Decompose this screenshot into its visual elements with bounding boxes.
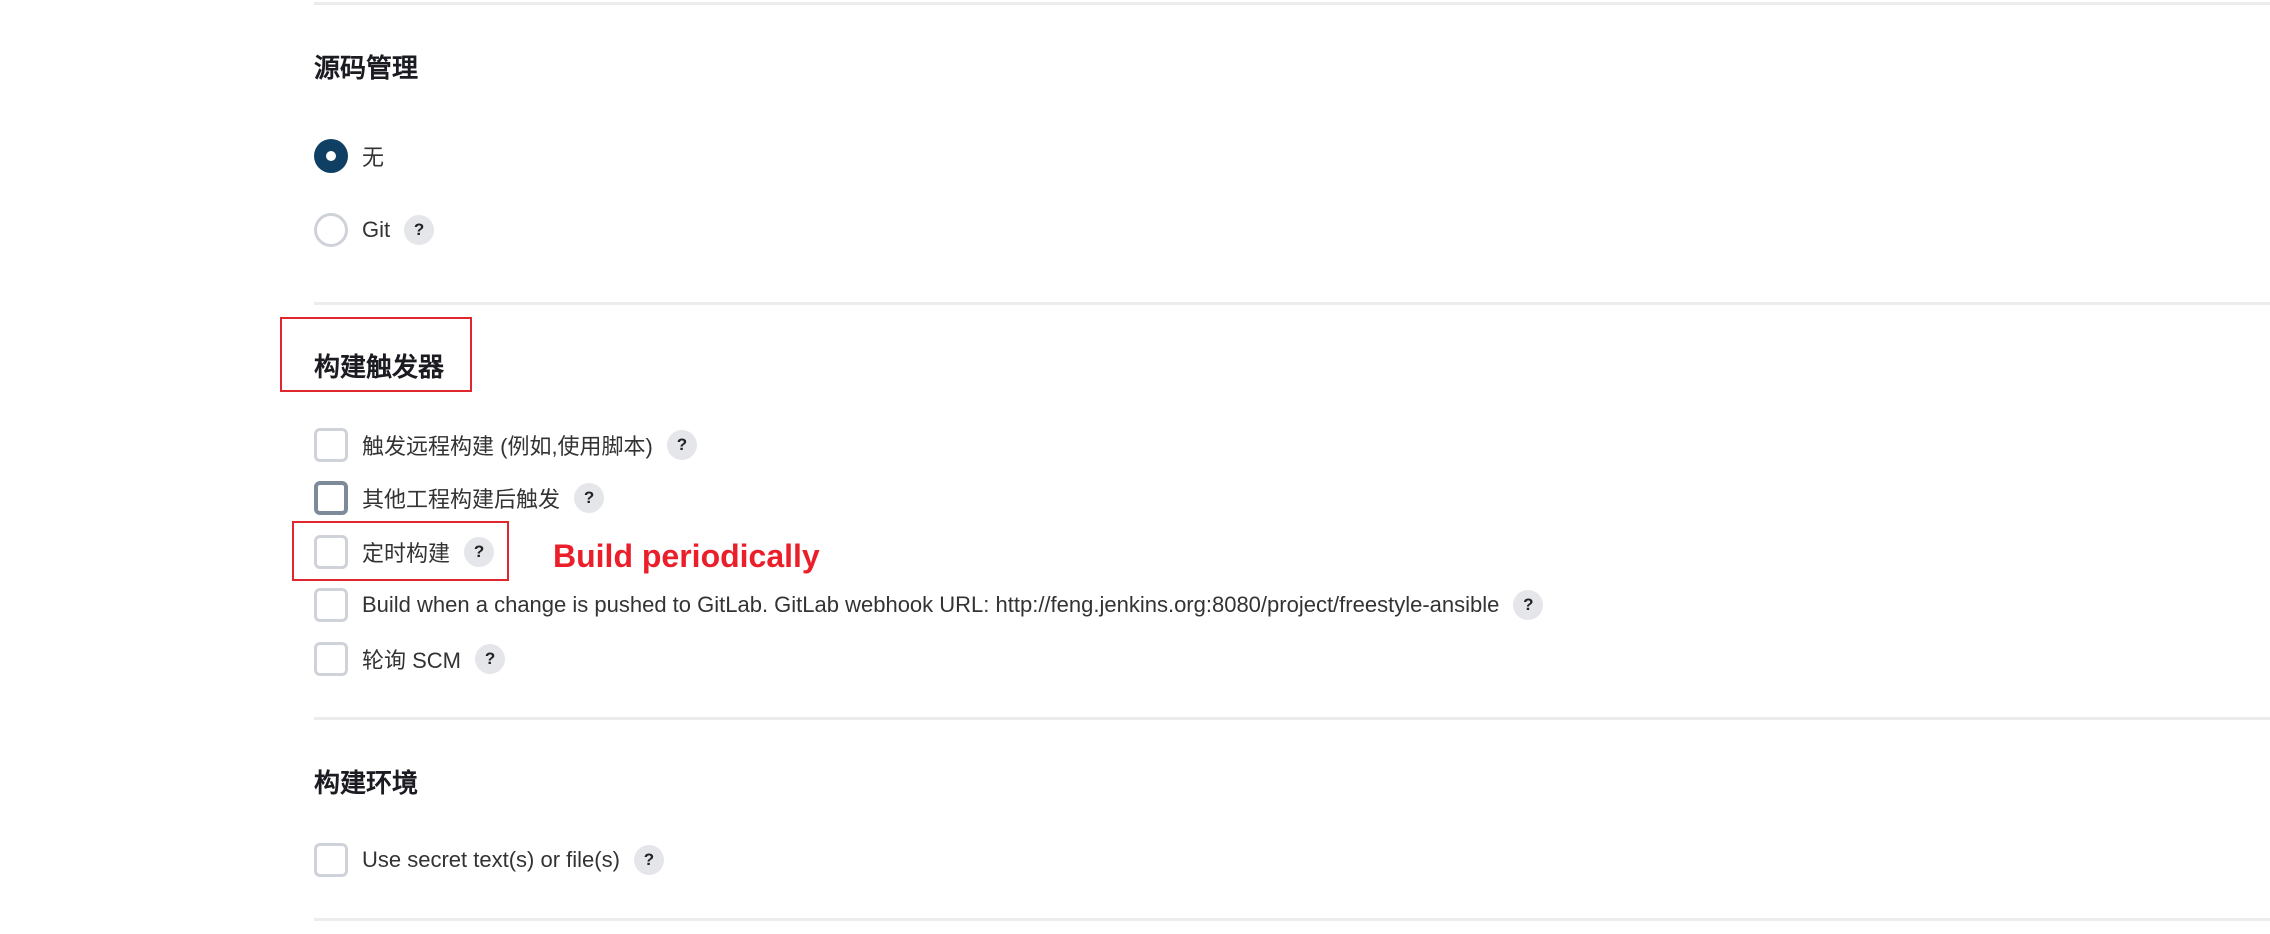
- help-icon[interactable]: ?: [404, 215, 435, 245]
- checkbox[interactable]: [314, 843, 348, 877]
- scm-option-none-label: 无: [362, 145, 385, 170]
- trigger-remote-build-label: 触发远程构建 (例如,使用脚本): [362, 434, 653, 459]
- env-secret-text-label: Use secret text(s) or file(s): [362, 847, 620, 872]
- trigger-gitlab-push[interactable]: Build when a change is pushed to GitLab.…: [314, 587, 1544, 623]
- trigger-gitlab-push-label: Build when a change is pushed to GitLab.…: [362, 592, 1500, 617]
- scm-section-title: 源码管理: [314, 53, 419, 83]
- help-icon[interactable]: ?: [633, 845, 664, 875]
- scm-option-git-label: Git: [362, 217, 391, 242]
- help-icon[interactable]: ?: [1513, 590, 1544, 620]
- radio-dot-icon: [326, 151, 336, 161]
- checkbox[interactable]: [314, 588, 348, 622]
- checkbox[interactable]: [314, 642, 348, 676]
- annotation-label: Build periodically: [553, 538, 820, 574]
- radio-git[interactable]: [314, 213, 348, 247]
- trigger-after-other-projects[interactable]: 其他工程构建后触发 ?: [314, 480, 605, 516]
- radio-none[interactable]: [314, 139, 348, 173]
- help-icon[interactable]: ?: [574, 483, 605, 513]
- scm-option-none[interactable]: 无: [314, 138, 384, 174]
- trigger-remote-build[interactable]: 触发远程构建 (例如,使用脚本) ?: [314, 427, 697, 463]
- checkbox[interactable]: [314, 481, 348, 515]
- annotation-box-build-triggers: [280, 317, 472, 392]
- checkbox[interactable]: [314, 428, 348, 462]
- section-divider: [314, 717, 2270, 720]
- scm-option-git[interactable]: Git ?: [314, 212, 435, 248]
- trigger-poll-scm-label: 轮询 SCM: [362, 648, 462, 673]
- build-environment-section-title: 构建环境: [314, 768, 419, 798]
- annotation-box-build-periodically: [292, 521, 509, 581]
- trigger-after-other-projects-label: 其他工程构建后触发: [362, 487, 561, 512]
- help-icon[interactable]: ?: [666, 430, 697, 460]
- help-icon[interactable]: ?: [475, 644, 506, 674]
- section-divider: [314, 918, 2270, 921]
- top-divider: [314, 2, 2270, 5]
- section-divider: [314, 302, 2270, 305]
- jenkins-config-page: 源码管理 无 Git ? 构建触发器 触发远程构建 (例如,使用脚本) ? 其他…: [0, 0, 2270, 934]
- env-secret-text[interactable]: Use secret text(s) or file(s) ?: [314, 842, 664, 878]
- trigger-poll-scm[interactable]: 轮询 SCM ?: [314, 641, 506, 677]
